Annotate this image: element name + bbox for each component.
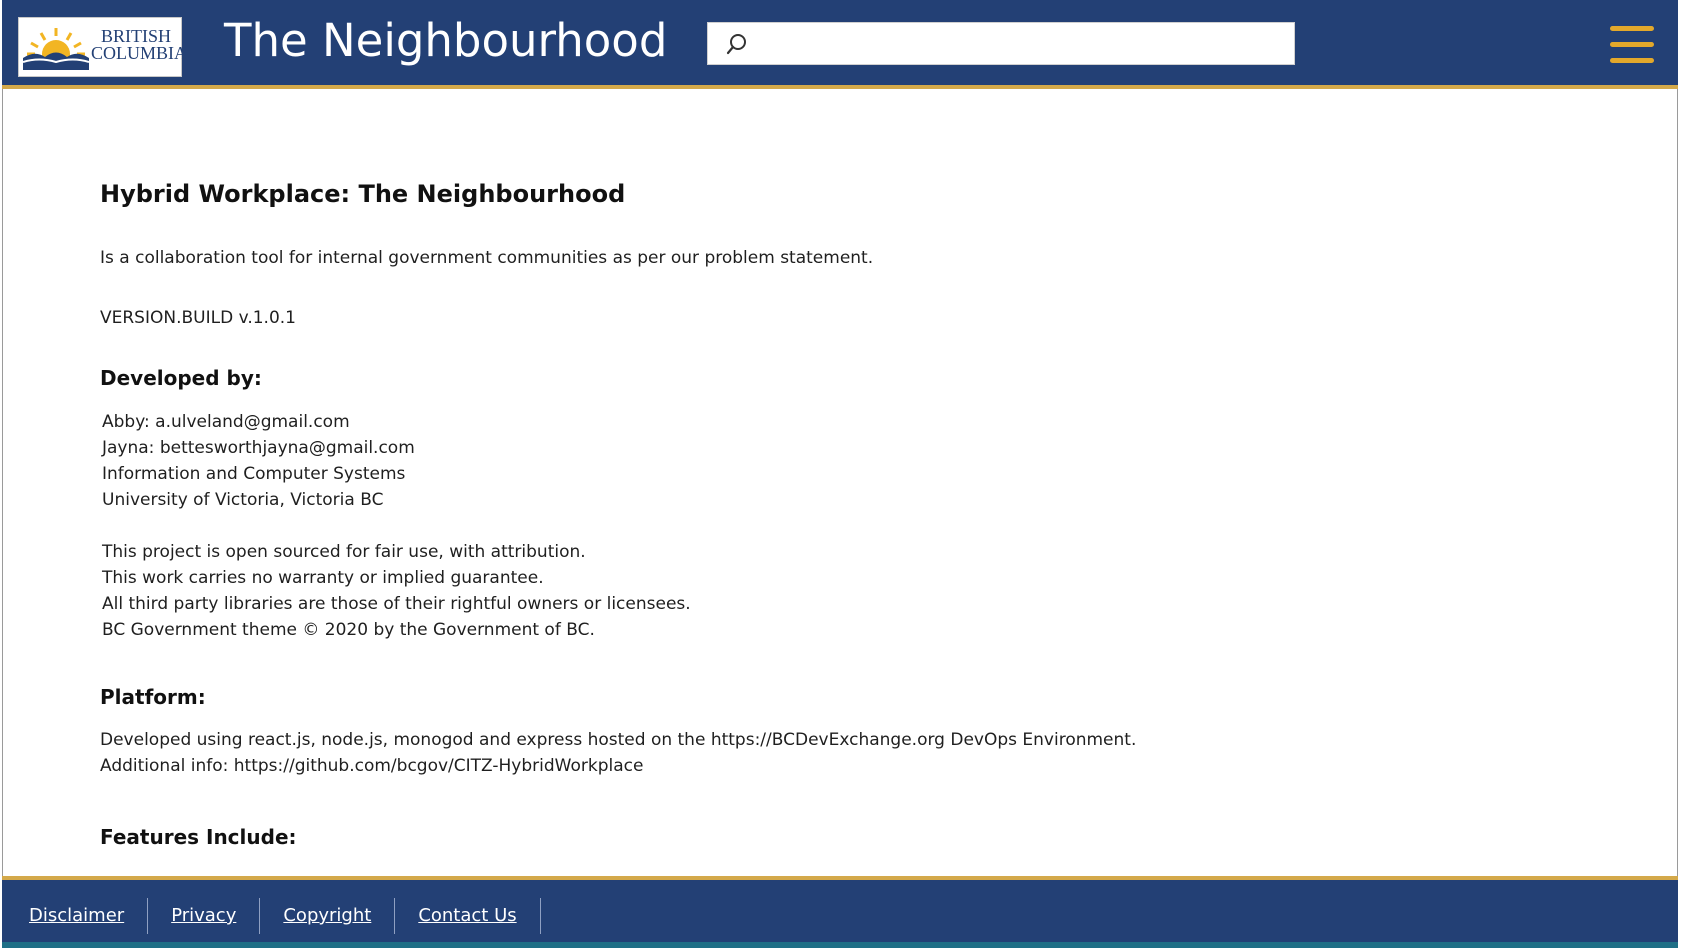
site-footer: Disclaimer Privacy Copyright Contact Us bbox=[2, 876, 1678, 946]
footer-link-copyright[interactable]: Copyright bbox=[260, 898, 396, 934]
notice-line: BC Government theme © 2020 by the Govern… bbox=[102, 620, 595, 640]
bc-logo[interactable]: BRITISH COLUMBIA bbox=[18, 17, 188, 77]
platform-list: Developed using react.js, node.js, monog… bbox=[100, 727, 1136, 779]
platform-line: Developed using react.js, node.js, monog… bbox=[100, 730, 1137, 750]
site-header: BRITISH COLUMBIA The Neighbourhood bbox=[2, 0, 1678, 89]
menu-bar-top bbox=[1610, 26, 1654, 31]
features-heading: Features Include: bbox=[100, 825, 297, 849]
footer-link-privacy[interactable]: Privacy bbox=[148, 898, 261, 934]
page-title: Hybrid Workplace: The Neighbourhood bbox=[100, 180, 626, 208]
taskbar-edge bbox=[2, 942, 1678, 948]
logo-line-2: COLUMBIA bbox=[91, 43, 188, 63]
developer-list: Abby: a.ulveland@gmail.com Jayna: bettes… bbox=[102, 409, 415, 513]
description-text: Is a collaboration tool for internal gov… bbox=[100, 248, 874, 268]
search-bar[interactable] bbox=[707, 22, 1295, 65]
notice-list: This project is open sourced for fair us… bbox=[102, 539, 691, 643]
search-icon bbox=[726, 34, 746, 55]
search-input[interactable] bbox=[758, 27, 1288, 61]
menu-bar-middle bbox=[1610, 42, 1654, 47]
footer-link-disclaimer[interactable]: Disclaimer bbox=[2, 898, 149, 934]
platform-heading: Platform: bbox=[100, 685, 206, 709]
developer-line: Information and Computer Systems bbox=[102, 464, 406, 484]
bc-sun-emblem-icon bbox=[23, 28, 89, 70]
hamburger-menu-icon[interactable] bbox=[1610, 26, 1656, 64]
app-title: The Neighbourhood bbox=[224, 14, 668, 67]
footer-link-contact-us[interactable]: Contact Us bbox=[395, 898, 541, 934]
notice-line: This work carries no warranty or implied… bbox=[102, 568, 544, 588]
notice-line: All third party libraries are those of t… bbox=[102, 594, 691, 614]
developer-line: Jayna: bettesworthjayna@gmail.com bbox=[102, 438, 415, 458]
footer-nav: Disclaimer Privacy Copyright Contact Us bbox=[2, 898, 541, 934]
platform-line: Additional info: https://github.com/bcgo… bbox=[100, 756, 644, 776]
version-text: VERSION.BUILD v.1.0.1 bbox=[100, 308, 296, 328]
bc-logo-text: BRITISH COLUMBIA bbox=[91, 27, 188, 63]
developer-line: Abby: a.ulveland@gmail.com bbox=[102, 412, 350, 432]
notice-line: This project is open sourced for fair us… bbox=[102, 542, 586, 562]
developer-line: University of Victoria, Victoria BC bbox=[102, 490, 384, 510]
menu-bar-bottom bbox=[1610, 58, 1654, 63]
developed-by-heading: Developed by: bbox=[100, 366, 262, 390]
